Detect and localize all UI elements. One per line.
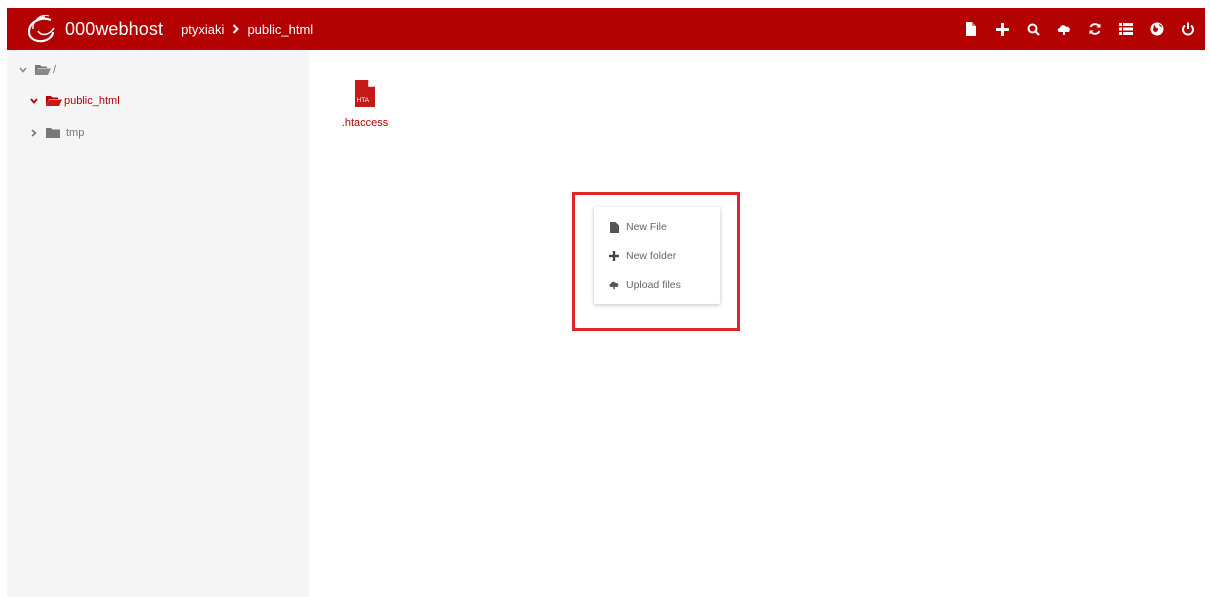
file-icon [608,221,620,233]
context-menu: New File New folder Upload files [594,207,720,304]
new-file-icon[interactable] [958,16,984,42]
toolbar [953,8,1201,50]
upload-icon[interactable] [1051,16,1077,42]
breadcrumb-item-public-html[interactable]: public_html [247,22,313,37]
logo[interactable]: 000webhost [23,14,163,44]
list-view-icon[interactable] [1113,16,1139,42]
brand-name: 000webhost [65,18,164,39]
tree-item-public-html[interactable]: public_html [29,95,120,107]
refresh-icon[interactable] [1082,16,1108,42]
file-item[interactable]: HTA .htaccess [338,80,392,129]
menu-item-label: New File [626,221,667,233]
tree-item-root[interactable]: / [18,64,56,76]
folder-open-icon [46,96,62,106]
file-name: .htaccess [341,117,389,129]
chevron-right-icon[interactable] [29,128,39,138]
menu-item-label: New folder [626,250,677,262]
folder-icon [46,128,60,138]
tree-item-label: tmp [66,127,85,139]
menu-item-label: Upload files [626,279,681,291]
swirl-logo-icon [27,14,55,43]
context-menu-new-file[interactable]: New File [608,219,667,235]
chevron-right-icon [232,24,240,34]
file-badge: HTA [357,97,370,104]
folder-open-icon [35,65,51,75]
power-icon[interactable] [1175,16,1201,42]
file-area: HTA .htaccess [309,50,1205,597]
tree-item-label: / [53,64,57,76]
cloud-upload-icon [608,280,620,290]
globe-icon[interactable] [1144,16,1170,42]
breadcrumb: ptyxiaki public_html [181,22,313,37]
htaccess-file-icon: HTA [355,80,375,107]
tree-item-tmp[interactable]: tmp [29,127,84,139]
folder-tree-sidebar: / public_html tmp [7,50,309,597]
plus-icon [608,251,620,261]
tree-item-label: public_html [64,95,120,107]
new-folder-plus-icon[interactable] [989,16,1015,42]
chevron-down-icon[interactable] [18,65,28,75]
top-bar: 000webhost ptyxiaki public_html [7,8,1205,50]
context-menu-upload-files[interactable]: Upload files [608,277,681,293]
breadcrumb-item-ptyxiaki[interactable]: ptyxiaki [181,22,224,37]
chevron-down-icon[interactable] [29,96,39,106]
context-menu-new-folder[interactable]: New folder [608,248,676,264]
search-icon[interactable] [1020,16,1046,42]
